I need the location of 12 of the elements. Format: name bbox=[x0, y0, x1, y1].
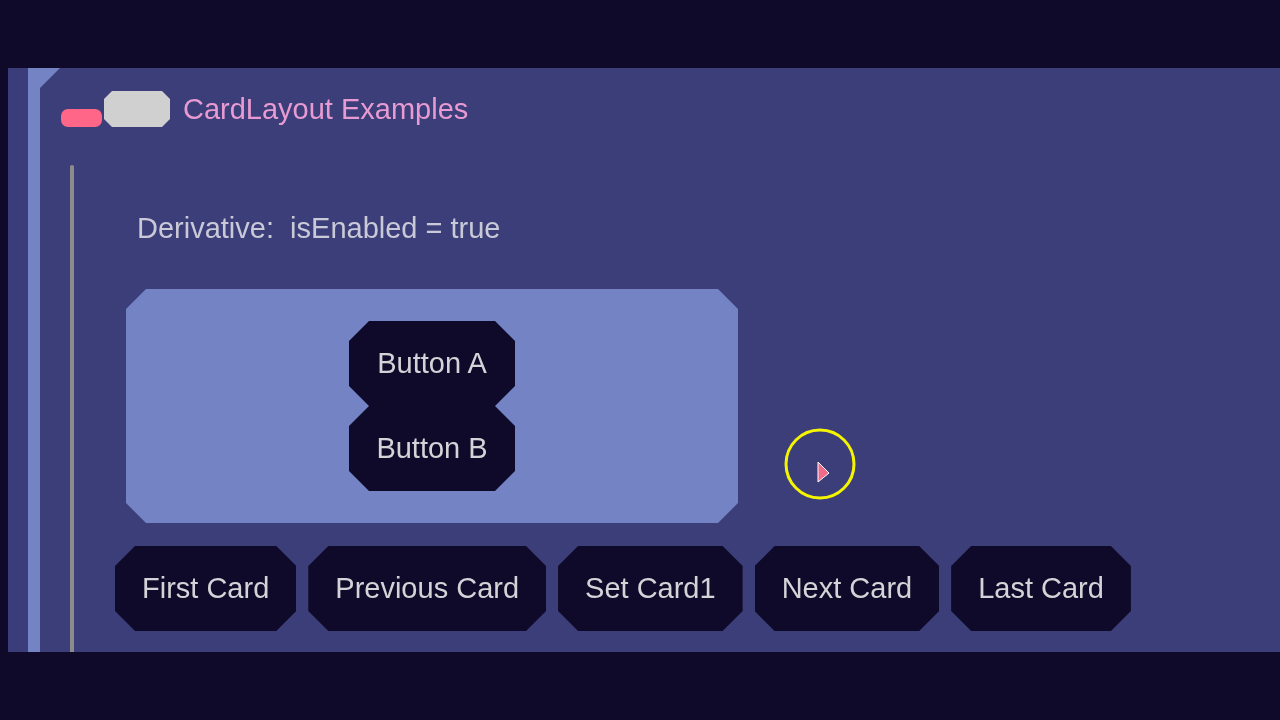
nav-button[interactable]: First Card bbox=[115, 546, 297, 631]
cursor-highlight-icon bbox=[784, 428, 856, 500]
octagon-icon bbox=[104, 91, 170, 127]
nav-button[interactable]: Last Card bbox=[951, 546, 1131, 631]
card-button[interactable]: Button A bbox=[349, 321, 515, 406]
panel-title: CardLayout Examples bbox=[183, 94, 469, 124]
pill-icon bbox=[61, 109, 102, 127]
status-text: Derivative: isEnabled = true bbox=[137, 211, 501, 245]
nav-button[interactable]: Set Card1 bbox=[558, 546, 743, 631]
nav-button[interactable]: Next Card bbox=[754, 546, 940, 631]
card-button[interactable]: Button B bbox=[349, 406, 515, 491]
nav-button[interactable]: Previous Card bbox=[308, 546, 547, 631]
